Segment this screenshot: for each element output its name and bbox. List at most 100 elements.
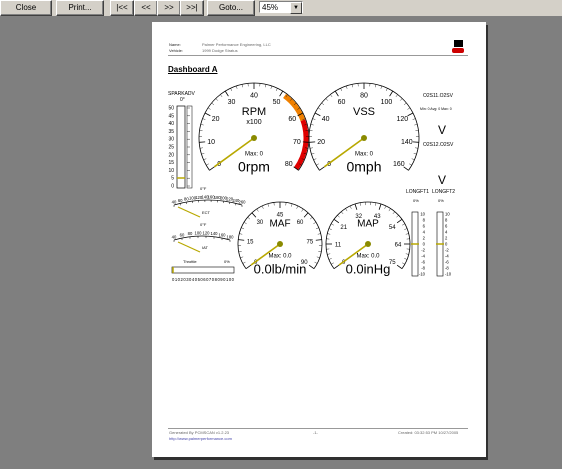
g-vss-tick (313, 158, 317, 161)
g-map-tick-label: 54 (389, 225, 396, 231)
o2s11-unit: V (438, 123, 446, 137)
spark-unit: 0° (180, 97, 185, 103)
g-map-tick (402, 223, 405, 226)
g-maf-tick (314, 261, 318, 264)
g-maf-tick (318, 251, 322, 253)
spark-tick-label: 20 (168, 152, 174, 158)
g-vss-tick (314, 112, 321, 117)
g-map-tick (384, 205, 387, 209)
g-maf-tick (296, 205, 299, 209)
g-iat-needle (177, 241, 201, 253)
dropdown-arrow-icon[interactable]: ▼ (290, 2, 302, 14)
footer-link[interactable]: http://www.palmerperformance.com (169, 436, 232, 441)
g-vss-reading: 0mph (346, 159, 381, 175)
zoom-select[interactable]: 45% ▼ (259, 1, 303, 14)
g-map-tick (392, 211, 395, 215)
report-page: Name: Palmer Performance Engineering, LL… (152, 22, 486, 457)
g-vss-tick (311, 153, 315, 155)
g-maf-tick (243, 222, 247, 224)
iat-label: IAT (202, 245, 208, 250)
g-iat-tick-label: 140 (211, 231, 219, 236)
g-vss-tick (400, 98, 403, 101)
g-vss-tick (380, 85, 383, 89)
g-rpm-tick (220, 94, 223, 98)
g-rpm-tick (199, 147, 203, 149)
g-map-tick (327, 253, 331, 255)
g-vss-tick (412, 118, 416, 120)
print-button[interactable]: Print... (56, 0, 104, 16)
g-vss-tick (316, 163, 319, 166)
g-vss-tick (409, 163, 412, 166)
previous-page-button[interactable]: << (134, 0, 158, 16)
ltft2-value: 0% (438, 198, 444, 203)
ltft2-label: LONGFT2 (432, 189, 455, 195)
g-vss-tick (312, 118, 316, 120)
g-rpm-tick (230, 88, 233, 92)
g-iat-tick-label: 60 (180, 233, 185, 238)
ltft1-tick-label: 0 (423, 242, 426, 247)
g-vss-tick (319, 166, 325, 171)
g-rpm-tick (201, 153, 205, 155)
spark-tick-label: 0 (171, 184, 174, 190)
g-rpm-tick (206, 163, 209, 166)
g-maf-tick-label: 75 (306, 239, 313, 245)
spark-tick-label: 40 (168, 121, 174, 127)
g-maf-tick (245, 264, 252, 270)
g-vss-tick (330, 94, 333, 98)
ltft2-tick-label: -6 (445, 260, 449, 265)
g-ect-tick-label: 60 (178, 198, 183, 203)
ltft1-tick-label: 4 (423, 230, 426, 235)
ect-unit: 0°F (200, 186, 207, 191)
g-maf-tick (238, 251, 242, 253)
first-page-button[interactable]: |<< (110, 0, 134, 16)
rpm-gauge: 01020304050607080RPMx100Max: 00rpm (198, 82, 310, 175)
ltft1-tick-label: -4 (421, 254, 425, 259)
ltft1-tick-label: 2 (423, 236, 426, 241)
close-button[interactable]: Close (0, 0, 52, 16)
g-map-tick (402, 262, 405, 265)
g-maf-tick (291, 203, 293, 207)
goto-button[interactable]: Goto... (207, 0, 255, 16)
last-page-button[interactable]: >>| (180, 0, 204, 16)
footer-generated: Generated By PCMSCAN v1.2.23 (169, 430, 230, 435)
iat-unit: 0°F (200, 222, 207, 227)
ltft1-tick-label: -10 (419, 272, 426, 277)
spark-tick-label: 45 (168, 113, 174, 119)
g-rpm-tick-label: 60 (288, 116, 296, 123)
spark-tick-label: 50 (168, 106, 174, 112)
g-vss-tick (389, 90, 394, 97)
ltft1-tick-label: -6 (421, 260, 425, 265)
o2s12-unit: V (438, 173, 446, 187)
g-rpm-tick-label: 20 (212, 116, 220, 123)
footer-divider (168, 428, 468, 429)
g-vss-tick (385, 88, 388, 92)
ltft1-tick-label: 6 (423, 224, 426, 229)
g-rpm-max: Max: 0 (245, 152, 264, 158)
footer-page-number: -1- (313, 430, 318, 435)
g-maf-tick-label: 30 (257, 220, 264, 226)
g-iat-tick-label: 80 (188, 231, 193, 236)
g-vss-tick-label: 40 (322, 116, 330, 123)
g-iat-tick-label: 100 (195, 231, 203, 236)
g-maf-tick-label: 15 (247, 239, 254, 245)
spark-tick-label: 30 (168, 137, 174, 143)
spark-bar-frame (176, 105, 186, 189)
g-map-tick (331, 262, 334, 265)
g-maf-reading: 0.0lb/min (254, 261, 307, 276)
g-vss-tick-label: 20 (317, 139, 325, 146)
g-map-tick (328, 228, 332, 230)
footer-url[interactable]: http://www.palmerperformance.com (169, 436, 232, 441)
g-vss-tick (310, 124, 314, 126)
g-rpm-tick (200, 124, 204, 126)
g-vss-tick (351, 84, 353, 88)
ltft2-tick-label: -4 (445, 254, 449, 259)
g-vss-tick (403, 102, 407, 106)
g-ect-tick-label: 260 (239, 200, 247, 205)
g-map-tick (328, 258, 332, 260)
g-map-tick (331, 223, 334, 226)
g-map-tick (396, 264, 403, 270)
g-map-tick (337, 215, 340, 218)
g-rpm-tick (279, 90, 284, 97)
next-page-button[interactable]: >> (157, 0, 181, 16)
g-map-tick (354, 203, 358, 210)
